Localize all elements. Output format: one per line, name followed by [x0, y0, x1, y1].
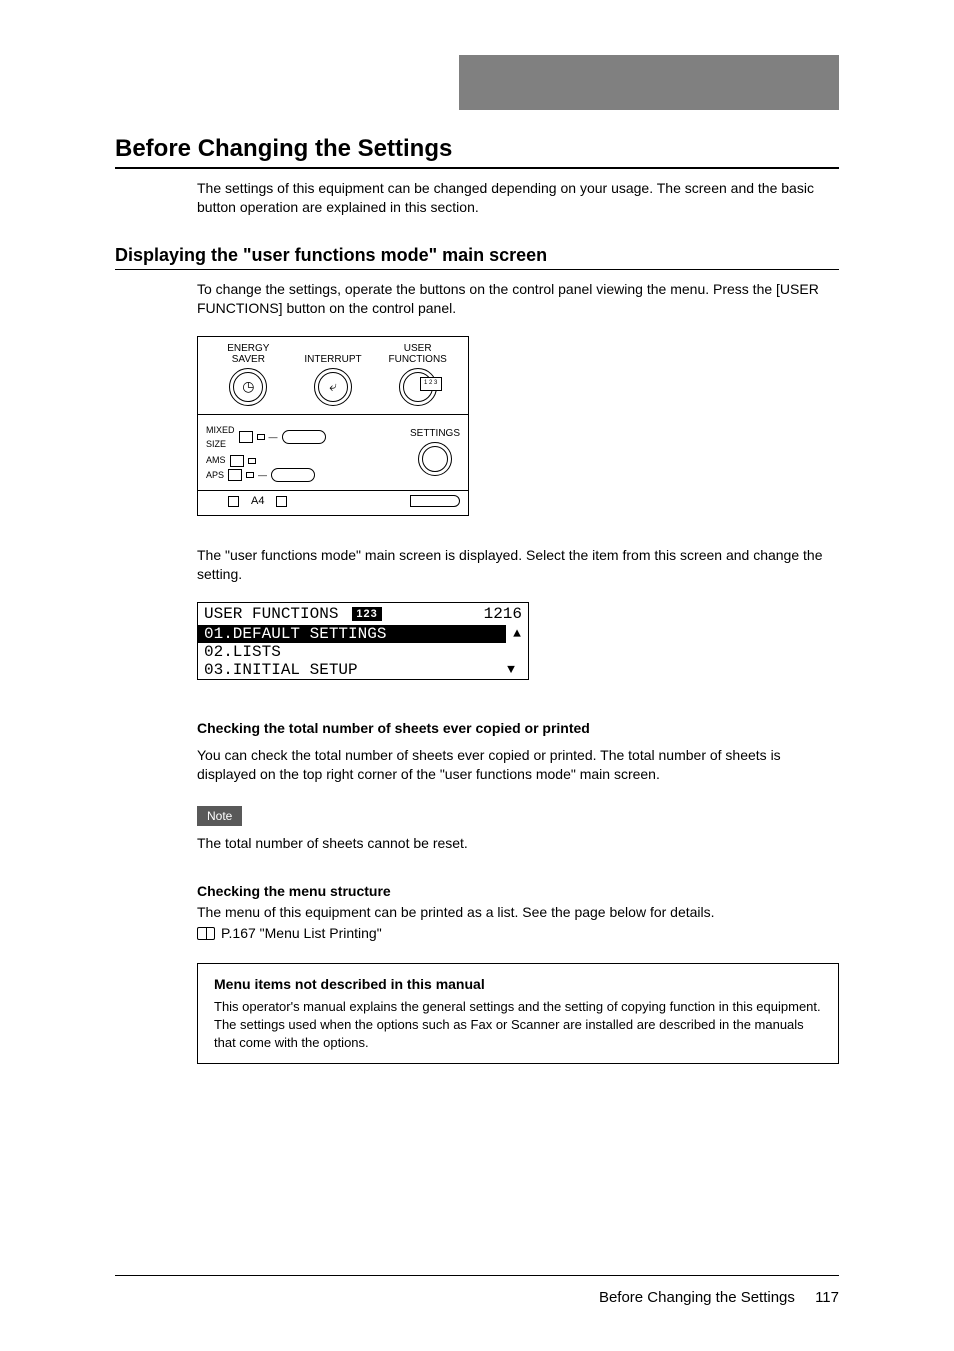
settings-icon: [422, 446, 448, 472]
mixed-size-icon: [239, 431, 253, 443]
led-slot: [248, 458, 256, 464]
aps-icon: [228, 469, 242, 481]
subheading-menu-structure: Checking the menu structure: [197, 883, 839, 899]
cross-reference: P.167 "Menu List Printing": [197, 925, 839, 941]
clock-icon: ◷: [233, 372, 263, 402]
indicator-square: [228, 496, 239, 507]
note-label: Note: [197, 806, 242, 826]
intro-paragraph: The settings of this equipment can be ch…: [197, 179, 839, 217]
mixed-size-button[interactable]: [282, 430, 326, 444]
ams-label: AMS: [206, 453, 226, 467]
book-icon: [197, 927, 215, 940]
lcd-menu-item-3[interactable]: 03.INITIAL SETUP ▼: [198, 661, 528, 679]
lcd-menu-item-2-text: 02.LISTS: [204, 643, 522, 661]
footer-divider: [115, 1275, 839, 1276]
mixed-size-label-1: MIXED: [206, 425, 235, 435]
interrupt-button[interactable]: ⤶: [314, 368, 352, 406]
settings-label: SETTINGS: [410, 428, 460, 439]
led-slot: [257, 434, 265, 440]
user-functions-button[interactable]: 1 2 3: [399, 368, 437, 406]
ams-icon: [230, 455, 244, 467]
tray-icon: [410, 495, 460, 507]
page-title: Before Changing the Settings: [115, 135, 839, 169]
mixed-size-label-2: SIZE: [206, 439, 226, 449]
section-heading-displaying: Displaying the "user functions mode" mai…: [115, 245, 839, 270]
energy-saver-label-2: SAVER: [206, 354, 291, 365]
indicator-square: [276, 496, 287, 507]
subheading-checking-sheets: Checking the total number of sheets ever…: [197, 720, 839, 736]
energy-saver-button[interactable]: ◷: [229, 368, 267, 406]
info-box: Menu items not described in this manual …: [197, 963, 839, 1064]
cross-reference-text: P.167 "Menu List Printing": [221, 925, 382, 941]
settings-button-group: SETTINGS: [410, 428, 460, 476]
user-functions-label-2: FUNCTIONS: [375, 354, 460, 365]
panel-left-indicators: MIXED SIZE — AMS APS —: [206, 421, 326, 485]
footer-section-title: Before Changing the Settings: [599, 1289, 795, 1306]
control-panel-figure: ENERGY SAVER ◷ INTERRUPT ⤶ USER FUNCTION…: [197, 336, 469, 517]
lcd-menu-item-3-text: 03.INITIAL SETUP: [204, 661, 500, 679]
note-body: The total number of sheets cannot be res…: [197, 834, 839, 853]
lcd-total-count: 1216: [484, 605, 522, 623]
aps-label: APS: [206, 468, 224, 482]
user-functions-label-1: USER: [375, 343, 460, 354]
user-functions-button-group: USER FUNCTIONS 1 2 3: [375, 343, 460, 406]
a4-label: A4: [251, 495, 264, 507]
lcd-menu-item-2[interactable]: 02.LISTS: [198, 643, 528, 661]
info-box-title: Menu items not described in this manual: [214, 976, 822, 992]
lcd-screen-title: USER FUNCTIONS: [204, 605, 338, 623]
interrupt-button-group: INTERRUPT ⤶: [291, 343, 376, 406]
info-box-body: This operator's manual explains the gene…: [214, 998, 822, 1051]
interrupt-icon: ⤶: [318, 372, 348, 402]
led-slot: [246, 472, 254, 478]
settings-button[interactable]: [418, 442, 452, 476]
checking-sheets-paragraph: You can check the total number of sheets…: [197, 746, 839, 784]
scroll-up-icon: ▲: [506, 625, 528, 643]
counter-icon: 123: [352, 607, 381, 621]
energy-saver-label-1: ENERGY: [206, 343, 291, 354]
lcd-screen-figure: USER FUNCTIONS 123 1216 01.DEFAULT SETTI…: [197, 602, 529, 680]
section1-paragraph: To change the settings, operate the butt…: [197, 280, 839, 318]
section1-after-paragraph: The "user functions mode" main screen is…: [197, 546, 839, 584]
menu-structure-paragraph: The menu of this equipment can be printe…: [197, 903, 839, 922]
ams-aps-button[interactable]: [271, 468, 315, 482]
scroll-down-icon: ▼: [500, 661, 522, 679]
page-number: 117: [815, 1289, 839, 1306]
header-color-bar: [459, 55, 839, 110]
interrupt-label: INTERRUPT: [291, 354, 376, 365]
lcd-menu-item-1-text: 01.DEFAULT SETTINGS: [198, 625, 506, 643]
energy-saver-button-group: ENERGY SAVER ◷: [206, 343, 291, 406]
lcd-menu-item-selected[interactable]: 01.DEFAULT SETTINGS ▲: [198, 625, 528, 643]
footer: Before Changing the Settings 117: [599, 1289, 839, 1306]
user-functions-badge: 1 2 3: [420, 377, 442, 391]
